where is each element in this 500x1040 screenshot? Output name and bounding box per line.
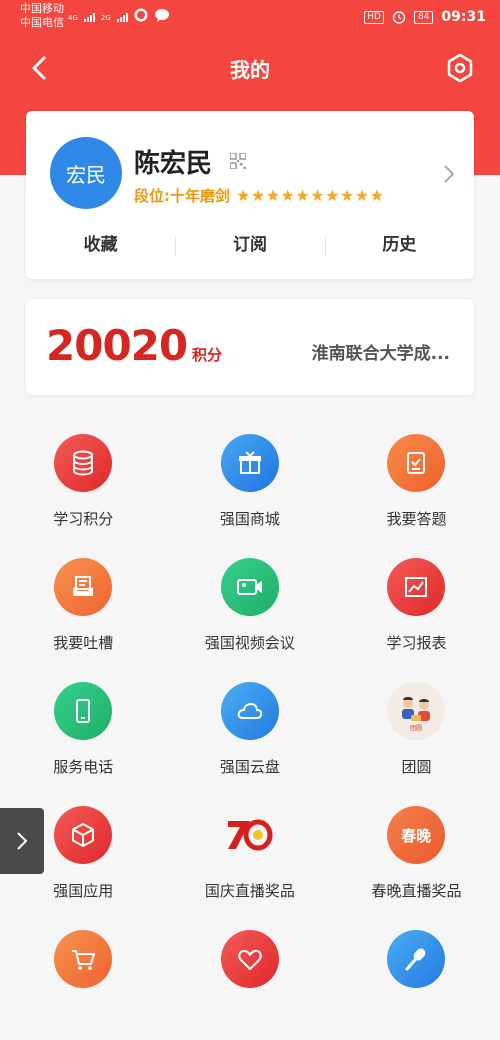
score-unit: 积分 <box>192 346 223 364</box>
feature-grid: 学习积分 强国商城 我要答题 我要吐槽 强国视频会议 学习报表 服务电话 强国云… <box>0 420 500 1040</box>
user-name: 陈宏民 <box>134 149 213 179</box>
tab-favorites[interactable]: 收藏 <box>26 223 175 267</box>
shopping-cart-icon <box>54 930 112 988</box>
spring-gala-badge: 春晚 <box>401 826 432 845</box>
tab-subscriptions[interactable]: 订阅 <box>175 223 324 267</box>
cube-icon <box>54 806 112 864</box>
cloud-icon <box>220 682 279 740</box>
carrier-1: 中国移动 <box>20 2 64 15</box>
grid-item-cloud-disk[interactable]: 强国云盘 <box>167 668 334 792</box>
grid-row: 我要吐槽 强国视频会议 学习报表 <box>0 544 500 668</box>
grid-item-national-day-prizes[interactable]: 国庆直播奖品 <box>167 792 334 916</box>
organization-name: 淮南联合大学成... <box>311 344 450 364</box>
grid-item-label: 团圆 <box>401 758 432 776</box>
grid-item-shopping[interactable] <box>0 916 167 1040</box>
grid-item-label: 强国云盘 <box>219 758 280 776</box>
chat-bubble-icon <box>154 9 169 22</box>
video-camera-icon <box>220 558 279 616</box>
status-bar: 中国移动 中国电信 4G 2G HD 84 09:31 <box>0 0 500 36</box>
grid-item-video-meeting[interactable]: 强国视频会议 <box>167 544 334 668</box>
alarm-icon <box>392 11 406 24</box>
grid-row: 强国应用 国庆直播奖品 春晚 春晚直播奖品 <box>0 792 500 916</box>
microphone-icon <box>387 930 446 988</box>
grid-item-label: 强国商城 <box>219 510 280 528</box>
grid-item-spring-gala-prizes[interactable]: 春晚 春晚直播奖品 <box>333 792 500 916</box>
grid-item-label: 学习报表 <box>386 634 447 652</box>
tab-history[interactable]: 历史 <box>324 223 474 267</box>
settings-button[interactable] <box>444 52 476 84</box>
reunion-badge: 团圆 <box>410 725 422 732</box>
grid-row <box>0 916 500 1040</box>
grid-item-label: 我要答题 <box>386 510 447 528</box>
grid-item-label: 服务电话 <box>53 758 114 776</box>
score-card[interactable]: 20020 积分 淮南联合大学成... <box>26 299 474 395</box>
reunion-illustration-icon: 团圆 <box>387 682 446 740</box>
gift-box-icon <box>220 434 279 492</box>
grid-item-report[interactable]: 学习报表 <box>333 544 500 668</box>
status-right: HD 84 09:31 <box>364 9 486 25</box>
grid-row: 学习积分 强国商城 我要答题 <box>0 420 500 544</box>
grid-item-label: 春晚直播奖品 <box>371 882 462 900</box>
grid-item-label: 强国应用 <box>53 882 114 900</box>
grid-item-feedback[interactable]: 我要吐槽 <box>0 544 167 668</box>
signal-2-icon <box>116 13 128 22</box>
grid-item-service-phone[interactable]: 服务电话 <box>0 668 167 792</box>
grid-item-voice[interactable] <box>333 916 500 1040</box>
profile-card: 宏民 陈宏民 段位:十年磨剑 ★★★★★★★★★★ 收藏 订阅 历史 <box>26 111 474 279</box>
carrier-2: 中国电信 <box>20 16 64 29</box>
clock: 09:31 <box>441 9 486 25</box>
grid-item-study-points[interactable]: 学习积分 <box>0 420 167 544</box>
chevron-right-icon <box>17 832 28 850</box>
database-icon <box>54 434 112 492</box>
grid-item-reunion[interactable]: 团圆 团圆 <box>333 668 500 792</box>
score-value: 20020 <box>46 321 188 370</box>
battery-indicator: 84 <box>413 10 434 24</box>
chevron-right-icon[interactable] <box>442 163 456 185</box>
hexagon-settings-icon <box>447 53 473 83</box>
grid-item-quiz[interactable]: 我要答题 <box>333 420 500 544</box>
grid-item-label: 强国视频会议 <box>204 634 295 652</box>
net-1-label: 4G <box>68 14 78 22</box>
signal-area: 4G 2G <box>68 8 170 22</box>
rank-line: 段位:十年磨剑 ★★★★★★★★★★ <box>134 185 384 206</box>
avatar[interactable]: 宏民 <box>50 137 122 209</box>
phone-icon <box>54 682 112 740</box>
grid-item-favorite[interactable] <box>167 916 334 1040</box>
grid-row: 服务电话 强国云盘 团圆 团圆 <box>0 668 500 792</box>
side-drawer-handle[interactable] <box>0 808 44 874</box>
grid-item-mall[interactable]: 强国商城 <box>167 420 334 544</box>
chart-trend-icon <box>387 558 446 616</box>
rank-text: 段位:十年磨剑 <box>134 187 230 205</box>
page-title: 我的 <box>230 58 270 82</box>
seventy-anniversary-icon <box>221 806 279 864</box>
grid-item-label: 学习积分 <box>53 510 114 528</box>
grid-item-label: 我要吐槽 <box>53 634 114 652</box>
spring-gala-icon: 春晚 <box>387 806 446 864</box>
carrier-info: 中国移动 中国电信 <box>20 2 64 30</box>
nav-bar: 我的 <box>0 40 500 96</box>
notification-app-icon <box>134 8 148 22</box>
signal-1-icon <box>83 13 95 22</box>
heart-icon <box>220 930 279 988</box>
grid-item-label: 国庆直播奖品 <box>204 882 295 900</box>
profile-tabs: 收藏 订阅 历史 <box>26 223 474 267</box>
mail-tray-icon <box>54 558 112 616</box>
hd-badge: HD <box>364 10 384 24</box>
rank-stars: ★★★★★★★★★★ <box>236 186 385 205</box>
net-2-label: 2G <box>100 14 111 22</box>
clipboard-check-icon <box>387 434 446 492</box>
qr-code-icon[interactable] <box>230 153 246 169</box>
